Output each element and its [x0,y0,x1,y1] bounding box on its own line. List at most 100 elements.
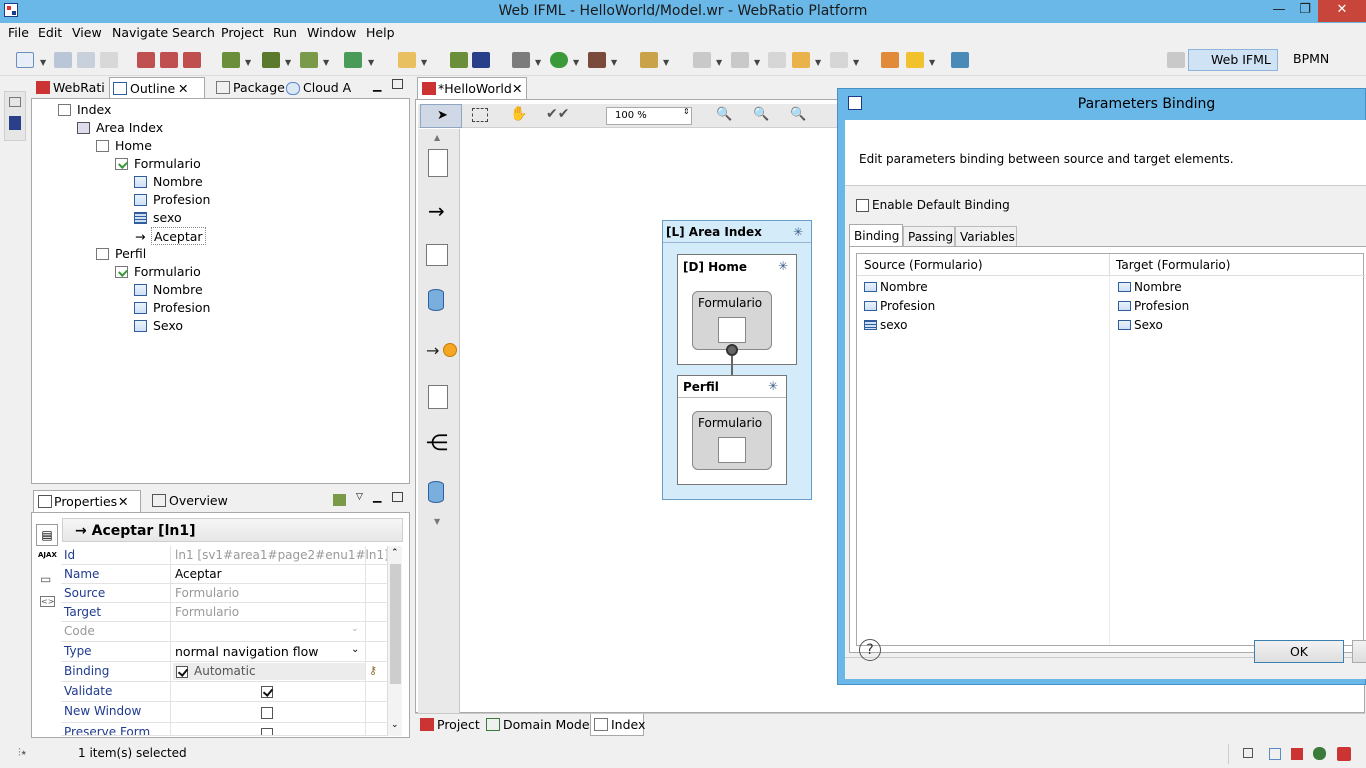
report-icon[interactable] [398,52,416,68]
regenerate-icon[interactable] [183,52,201,68]
tab-webratio[interactable]: WebRati [33,77,109,99]
switch-tool-icon[interactable]: ⋲ [426,431,448,456]
generate-all-icon[interactable] [160,52,178,68]
dropdown-arrow-icon[interactable]: ⌄ [351,624,359,634]
restore-button[interactable]: ❐ [1292,0,1318,22]
close-button[interactable]: ✕ [1318,0,1366,22]
dropdown-arrow-icon[interactable]: ▼ [663,58,669,67]
tree-item-sexo-2[interactable]: Sexo [134,317,183,335]
dropdown-arrow-icon[interactable]: ▼ [853,58,859,67]
next-annotation-icon[interactable] [693,52,711,68]
dropdown-arrow-icon[interactable]: ▼ [40,58,46,67]
zoom-out-icon[interactable]: 🔍 [753,107,769,122]
tab-cloud[interactable]: Cloud A [283,77,355,99]
save-all-icon[interactable] [77,52,95,68]
menu-search[interactable]: Search [172,25,215,40]
statistics-icon[interactable] [450,52,468,68]
palette-scroll-up-icon[interactable]: ▲ [434,133,440,142]
flow-source-handle[interactable] [726,344,738,356]
open-perspective-icon[interactable] [1167,52,1185,68]
dropdown-arrow-icon[interactable]: ▼ [573,58,579,67]
maximize-view-icon[interactable] [392,79,403,89]
binding-checkbox[interactable] [176,666,188,678]
close-tab-icon[interactable]: ✕ [178,78,188,99]
dropdown-arrow-icon[interactable]: ⌄ [351,644,359,655]
dropdown-arrow-icon[interactable]: ▼ [421,58,427,67]
menu-file[interactable]: File [8,25,29,40]
query-tool-icon[interactable] [428,481,444,503]
code-side-tab-icon[interactable]: <> [40,596,56,607]
magic-wand-icon[interactable] [881,52,899,68]
dropdown-arrow-icon[interactable]: ▼ [815,58,821,67]
validate-checkbox[interactable] [261,686,273,698]
tree-item-sexo[interactable]: sexo [134,209,182,227]
binding-target-sexo[interactable]: Sexo [1118,316,1163,335]
book-icon[interactable] [472,52,490,68]
zoom-fit-icon[interactable]: 🔍 [790,107,806,122]
menu-edit[interactable]: Edit [38,25,62,40]
new-window-checkbox[interactable] [261,707,273,719]
tab-passing[interactable]: Passing [903,226,955,247]
collapse-icon[interactable]: ✳ [793,225,803,239]
dropdown-arrow-icon[interactable]: ▼ [929,58,935,67]
view-menu-icon[interactable]: ▽ [356,492,363,502]
tree-item-nombre-2[interactable]: Nombre [134,281,203,299]
cancel-button[interactable] [1352,640,1366,663]
dropdown-arrow-icon[interactable]: ▼ [535,58,541,67]
tree-item-home[interactable]: Home [96,137,152,155]
dropdown-arrow-icon[interactable]: ▼ [245,58,251,67]
perspective-web-ifml[interactable]: Web IFML [1188,49,1278,71]
fast-view-icon[interactable]: ⫶⭑ [18,746,27,760]
tree-item-profesion-2[interactable]: Profesion [134,299,210,317]
binding-source-profesion[interactable]: Profesion [864,297,935,316]
grid-icon[interactable] [1269,748,1281,760]
web-service-icon[interactable] [344,52,362,68]
dropdown-arrow-icon[interactable]: ▼ [754,58,760,67]
collapse-icon[interactable]: ✳ [768,379,778,393]
action-tool-icon[interactable]: → [426,341,439,360]
formulario-node[interactable]: Formulario [692,291,772,350]
perfil-page-node[interactable]: Perfil ✳ Formulario [677,375,787,485]
error-log-icon[interactable] [1337,747,1351,761]
scroll-thumb[interactable] [390,564,401,684]
database-tool-icon[interactable] [428,289,444,311]
tree-item-perfil[interactable]: Perfil [96,245,146,263]
prev-annotation-icon[interactable] [731,52,749,68]
tab-outline[interactable]: Outline ✕ [109,77,205,99]
print-icon[interactable] [100,52,118,68]
dropdown-arrow-icon[interactable]: ▼ [323,58,329,67]
preserve-form-checkbox[interactable] [261,728,273,735]
module-tool-icon[interactable] [428,385,448,409]
edit-binding-icon[interactable]: ⚷ [369,664,377,677]
restore-view-icon[interactable] [1243,748,1253,758]
spinner-icon[interactable]: ⇕ [683,107,690,116]
form-tool-icon[interactable] [426,244,448,266]
deploy-icon[interactable] [262,52,280,68]
page-tool-icon[interactable] [428,149,448,177]
tab-overview[interactable]: Overview [149,490,229,512]
palette-scroll-down-icon[interactable]: ▼ [434,517,440,526]
scroll-down-icon[interactable]: ⌄ [391,720,399,730]
back-icon[interactable] [792,52,810,68]
hand-tool-icon[interactable]: ✋ [510,106,527,122]
col-source-header[interactable]: Source (Formulario) [864,258,983,272]
menu-window[interactable]: Window [307,25,356,40]
zoom-select[interactable]: 100 % ⇕ [606,107,692,125]
menu-run[interactable]: Run [273,25,297,40]
ajax-side-tab[interactable]: AJAX [38,551,57,559]
warning-icon[interactable] [906,52,924,68]
collapse-icon[interactable]: ✳ [778,259,788,273]
last-edit-icon[interactable] [768,52,786,68]
tree-item-area-index[interactable]: Area Index [77,119,163,137]
close-tab-icon[interactable]: ✕ [512,78,522,99]
general-side-tab-icon[interactable]: ▤ [36,524,58,546]
flow-tool-icon[interactable]: → [428,199,445,223]
binding-source-sexo[interactable]: sexo [864,316,908,335]
perspective-bpmn[interactable]: BPMN [1271,49,1335,71]
col-target-header[interactable]: Target (Formulario) [1116,258,1230,272]
dropdown-arrow-icon[interactable]: ▼ [716,58,722,67]
enable-default-binding-checkbox[interactable] [856,199,869,212]
tab-index[interactable]: Index [590,714,645,736]
binding-target-nombre[interactable]: Nombre [1118,278,1182,297]
tree-item-profesion[interactable]: Profesion [134,191,210,209]
